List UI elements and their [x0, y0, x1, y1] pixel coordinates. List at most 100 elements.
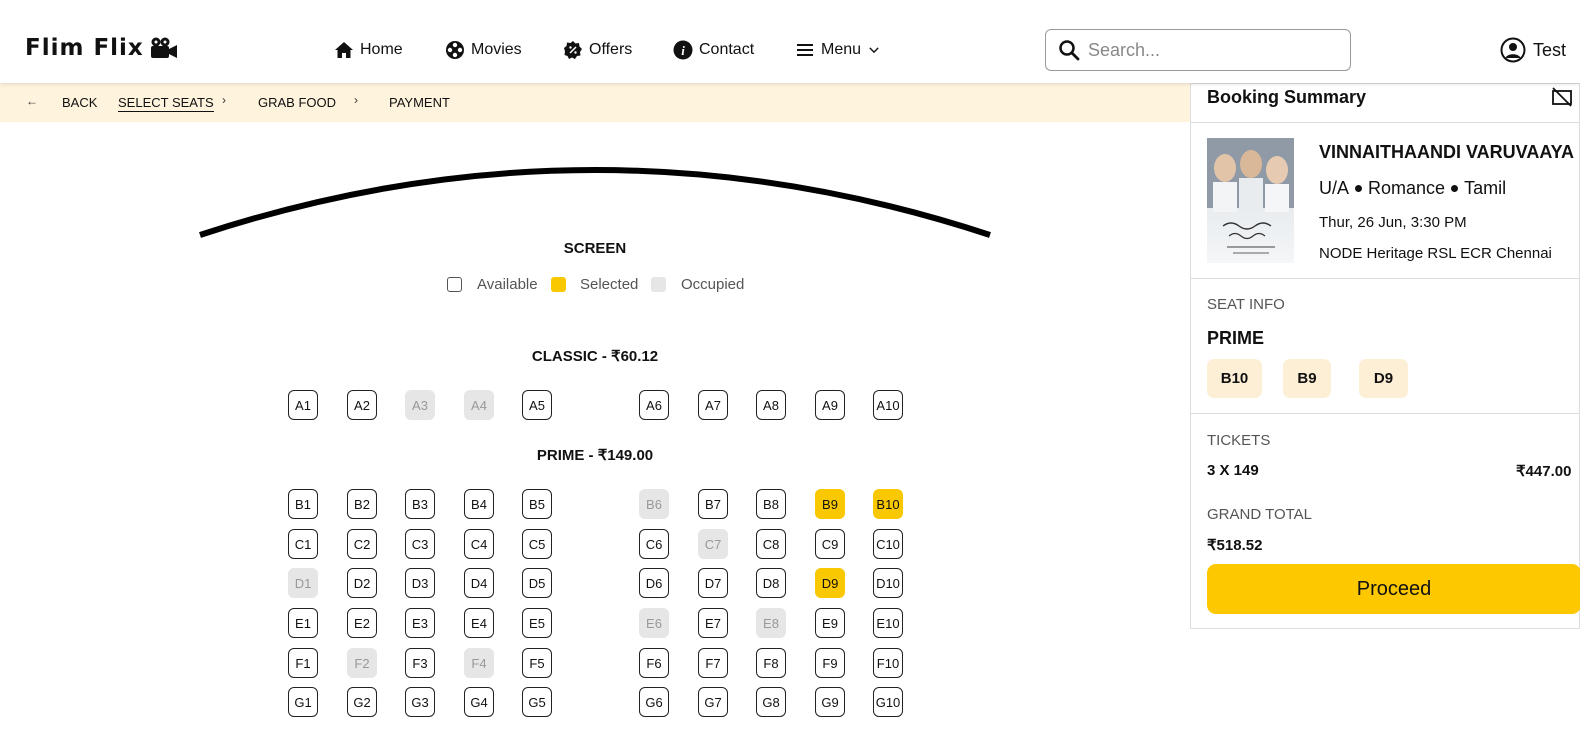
seat-a7[interactable]: A7	[698, 390, 728, 420]
seat-e8: E8	[756, 608, 786, 638]
close-summary-icon[interactable]	[1551, 86, 1573, 108]
seat-b1[interactable]: B1	[288, 489, 318, 519]
movie-title: VINNAITHAANDI VARUVAAYA	[1319, 142, 1575, 162]
search-box[interactable]	[1045, 29, 1351, 71]
seat-c3[interactable]: C3	[405, 529, 435, 559]
seat-g7[interactable]: G7	[698, 687, 728, 717]
seat-f4: F4	[464, 648, 494, 678]
seat-g9[interactable]: G9	[815, 687, 845, 717]
booking-summary-panel: Booking Summary VINNAITHAANDI VARUVAAYA …	[1190, 83, 1580, 629]
chevron-down-icon	[869, 47, 879, 54]
seat-b5[interactable]: B5	[522, 489, 552, 519]
seat-d9[interactable]: D9	[815, 568, 845, 598]
divider	[1191, 278, 1580, 279]
nav-movies[interactable]: Movies	[445, 40, 522, 60]
seat-e5[interactable]: E5	[522, 608, 552, 638]
seat-c5[interactable]: C5	[522, 529, 552, 559]
seat-e4[interactable]: E4	[464, 608, 494, 638]
seat-a10[interactable]: A10	[873, 390, 903, 420]
seat-g6[interactable]: G6	[639, 687, 669, 717]
seat-e7[interactable]: E7	[698, 608, 728, 638]
seat-b8[interactable]: B8	[756, 489, 786, 519]
seat-c2[interactable]: C2	[347, 529, 377, 559]
seat-d5[interactable]: D5	[522, 568, 552, 598]
seat-f3[interactable]: F3	[405, 648, 435, 678]
brand-logo[interactable]: Flim Flix	[25, 35, 178, 61]
tickets-quantity: 3 X 149	[1207, 462, 1259, 479]
seat-a8[interactable]: A8	[756, 390, 786, 420]
seat-g4[interactable]: G4	[464, 687, 494, 717]
occupied-swatch	[651, 277, 666, 292]
seat-b7[interactable]: B7	[698, 489, 728, 519]
divider	[1191, 413, 1580, 414]
step-grab-food[interactable]: GRAB FOOD	[258, 94, 336, 111]
step-select-seats[interactable]: SELECT SEATS	[118, 94, 214, 112]
seat-b4[interactable]: B4	[464, 489, 494, 519]
movie-camera-icon	[150, 37, 177, 58]
seat-g2[interactable]: G2	[347, 687, 377, 717]
screen-curve	[199, 167, 991, 238]
seat-b2[interactable]: B2	[347, 489, 377, 519]
seat-b9[interactable]: B9	[815, 489, 845, 519]
seat-c9[interactable]: C9	[815, 529, 845, 559]
search-icon	[1059, 40, 1080, 61]
seat-d8[interactable]: D8	[756, 568, 786, 598]
show-venue: NODE Heritage RSL ECR Chennai	[1319, 245, 1552, 262]
seat-g8[interactable]: G8	[756, 687, 786, 717]
nav-menu[interactable]: Menu	[795, 40, 881, 60]
seat-c4[interactable]: C4	[464, 529, 494, 559]
screen-label: SCREEN	[563, 240, 627, 257]
seat-g10[interactable]: G10	[873, 687, 903, 717]
seat-e9[interactable]: E9	[815, 608, 845, 638]
seat-c7: C7	[698, 529, 728, 559]
seat-c6[interactable]: C6	[639, 529, 669, 559]
seat-chip: B10	[1207, 359, 1262, 398]
back-link[interactable]: BACK	[62, 94, 97, 111]
seat-c8[interactable]: C8	[756, 529, 786, 559]
seat-a1[interactable]: A1	[288, 390, 318, 420]
section-title-prime: PRIME - ₹149.00	[536, 447, 654, 464]
seat-f6[interactable]: F6	[639, 648, 669, 678]
arrow-left-icon[interactable]: ←	[26, 94, 38, 108]
divider	[1191, 122, 1580, 123]
proceed-button[interactable]: Proceed	[1207, 564, 1580, 614]
available-swatch	[447, 277, 462, 292]
seat-d6[interactable]: D6	[639, 568, 669, 598]
seat-g5[interactable]: G5	[522, 687, 552, 717]
seat-e10[interactable]: E10	[873, 608, 903, 638]
nav-contact[interactable]: i Contact	[673, 40, 754, 60]
step-payment[interactable]: PAYMENT	[389, 94, 450, 111]
seat-a9[interactable]: A9	[815, 390, 845, 420]
seat-e3[interactable]: E3	[405, 608, 435, 638]
nav-home[interactable]: Home	[334, 40, 403, 60]
nav-offers[interactable]: Offers	[563, 40, 632, 60]
seat-tier: PRIME	[1207, 328, 1265, 348]
seat-d3[interactable]: D3	[405, 568, 435, 598]
seat-e1[interactable]: E1	[288, 608, 318, 638]
seat-e2[interactable]: E2	[347, 608, 377, 638]
seat-g1[interactable]: G1	[288, 687, 318, 717]
seat-f8[interactable]: F8	[756, 648, 786, 678]
seat-f10[interactable]: F10	[873, 648, 903, 678]
seat-f5[interactable]: F5	[522, 648, 552, 678]
search-input[interactable]	[1088, 39, 1328, 61]
seat-f9[interactable]: F9	[815, 648, 845, 678]
seat-d4[interactable]: D4	[464, 568, 494, 598]
seat-c1[interactable]: C1	[288, 529, 318, 559]
seat-d7[interactable]: D7	[698, 568, 728, 598]
seat-b10[interactable]: B10	[873, 489, 903, 519]
seat-a2[interactable]: A2	[347, 390, 377, 420]
seat-c10[interactable]: C10	[873, 529, 903, 559]
seat-a6[interactable]: A6	[639, 390, 669, 420]
user-account[interactable]: Test	[1500, 37, 1566, 63]
film-reel-icon	[446, 41, 464, 59]
seat-g3[interactable]: G3	[405, 687, 435, 717]
svg-text:i: i	[681, 43, 685, 58]
seat-a5[interactable]: A5	[522, 390, 552, 420]
seat-d2[interactable]: D2	[347, 568, 377, 598]
seat-f7[interactable]: F7	[698, 648, 728, 678]
seat-b3[interactable]: B3	[405, 489, 435, 519]
grand-total-value: ₹518.52	[1207, 537, 1263, 554]
seat-f1[interactable]: F1	[288, 648, 318, 678]
seat-d10[interactable]: D10	[873, 568, 903, 598]
